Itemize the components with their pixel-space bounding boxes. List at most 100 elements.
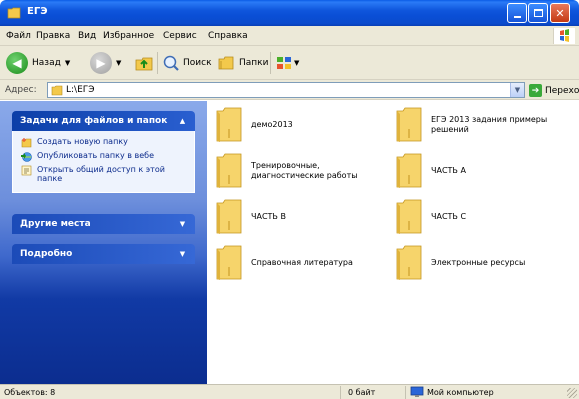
folder-name: Справочная литература: [251, 258, 353, 267]
search-icon: [163, 55, 179, 71]
menu-favorites[interactable]: Избранное: [103, 31, 154, 41]
maximize-icon: [533, 9, 543, 17]
menu-view[interactable]: Вид: [78, 31, 96, 41]
title-bar: ЕГЭ ✕: [0, 0, 579, 26]
folder-view: демо2013 ЕГЭ 2013 задания примеры решени…: [207, 101, 579, 384]
file-tasks-title: Задачи для файлов и папок: [20, 116, 168, 126]
folder-icon: [7, 7, 21, 19]
windows-flag-icon: [560, 29, 569, 42]
folder-icon: [216, 153, 242, 188]
folder-item[interactable]: ЧАСТЬ В: [213, 197, 391, 237]
new-folder-icon: [21, 138, 32, 148]
other-places-title: Другие места: [20, 219, 91, 229]
folder-item[interactable]: ЕГЭ 2013 задания примеры решений: [393, 105, 571, 145]
folder-name: Тренировочные, диагностические работы: [251, 161, 358, 180]
folder-name: демо2013: [251, 120, 293, 129]
close-icon: ✕: [555, 6, 565, 20]
forward-arrow-icon: ▶: [90, 52, 112, 74]
folder-item[interactable]: Электронные ресурсы: [393, 243, 571, 283]
menu-tools[interactable]: Сервис: [163, 31, 197, 41]
up-folder-icon: [135, 57, 153, 71]
folder-icon: [216, 245, 242, 280]
chevron-down-icon: ▼: [294, 59, 300, 67]
publish-web-icon: [21, 152, 32, 162]
folder-icon: [396, 153, 422, 188]
window-title: ЕГЭ: [27, 6, 48, 17]
folders-icon: [218, 56, 234, 70]
address-bar: Адрес: L:\ЕГЭ ▼ ➔ Переход: [0, 80, 579, 100]
minimize-icon: [513, 16, 521, 18]
back-arrow-icon: ◀: [6, 52, 28, 74]
folders-label: Папки: [239, 58, 269, 68]
menu-help[interactable]: Справка: [208, 31, 248, 41]
toolbar: ◀ Назад ▼ ▶ ▼ Поиск Папки ▼: [0, 46, 579, 80]
go-label: Переход: [545, 85, 579, 96]
folder-icon: [396, 107, 422, 142]
other-places-panel: Другие места ▼: [12, 214, 195, 234]
chevron-up-icon: ▲: [179, 116, 186, 125]
task-publish-web[interactable]: Опубликовать папку в вебе: [21, 151, 186, 162]
file-tasks-content: Создать новую папку Опубликовать папку в…: [12, 131, 195, 193]
status-separator: [340, 386, 341, 399]
close-button[interactable]: ✕: [550, 3, 570, 23]
folder-icon: [396, 245, 422, 280]
file-tasks-header[interactable]: Задачи для файлов и папок ▲: [12, 111, 195, 131]
chevron-down-icon: ▼: [514, 86, 521, 94]
folder-item[interactable]: ЧАСТЬ А: [393, 151, 571, 191]
folder-icon: [216, 107, 242, 142]
forward-button[interactable]: ▶ ▼: [90, 46, 121, 80]
folder-item[interactable]: демо2013: [213, 105, 391, 145]
back-label: Назад: [32, 58, 61, 68]
chevron-down-icon: ▼: [116, 59, 122, 67]
folder-icon: [396, 199, 422, 234]
back-button[interactable]: ◀ Назад ▼: [6, 46, 70, 80]
folder-name: ЧАСТЬ В: [251, 212, 286, 221]
task-pane: Задачи для файлов и папок ▲ Создать нову…: [0, 101, 207, 384]
maximize-button[interactable]: [528, 3, 548, 23]
address-dropdown-button[interactable]: ▼: [510, 83, 524, 97]
status-bar: Объектов: 8 0 байт Мой компьютер: [0, 384, 579, 399]
status-size: 0 байт: [348, 388, 376, 397]
views-button[interactable]: ▼: [275, 46, 299, 80]
address-input[interactable]: L:\ЕГЭ ▼: [47, 82, 525, 98]
details-title: Подробно: [20, 249, 73, 259]
status-separator: [405, 386, 406, 399]
task-new-folder-label: Создать новую папку: [37, 137, 128, 146]
minimize-button[interactable]: [507, 3, 527, 23]
folder-name: ЧАСТЬ С: [431, 212, 467, 221]
share-folder-icon: [21, 165, 32, 176]
search-button[interactable]: Поиск: [162, 46, 212, 80]
windows-logo: [553, 28, 575, 44]
toolbar-separator: [270, 52, 271, 74]
chevron-down-icon: ▼: [64, 59, 71, 67]
go-button[interactable]: ➔ Переход: [529, 84, 579, 97]
task-share-folder-label: Открыть общий доступ к этой папке: [37, 165, 165, 183]
up-folder-button[interactable]: [134, 46, 154, 80]
file-tasks-panel: Задачи для файлов и папок ▲ Создать нову…: [12, 111, 195, 193]
status-location: Мой компьютер: [427, 388, 494, 397]
folder-icon: [216, 199, 242, 234]
address-value: L:\ЕГЭ: [66, 85, 95, 95]
search-label: Поиск: [183, 58, 212, 68]
menu-file[interactable]: Файл: [6, 31, 31, 41]
task-publish-web-label: Опубликовать папку в вебе: [37, 151, 154, 160]
other-places-header[interactable]: Другие места ▼: [12, 214, 195, 234]
status-object-count: Объектов: 8: [4, 388, 56, 397]
task-new-folder[interactable]: Создать новую папку: [21, 137, 186, 148]
folder-item[interactable]: Тренировочные, диагностические работы: [213, 151, 391, 191]
folder-name: ЕГЭ 2013 задания примеры решений: [431, 115, 548, 134]
details-header[interactable]: Подробно ▼: [12, 244, 195, 264]
views-icon: [277, 57, 291, 69]
menu-bar: Файл Правка Вид Избранное Сервис Справка: [0, 26, 579, 46]
my-computer-icon: [410, 386, 424, 397]
task-share-folder[interactable]: Открыть общий доступ к этой папке: [21, 165, 186, 183]
resize-grip[interactable]: [567, 388, 577, 398]
folder-name: ЧАСТЬ А: [431, 166, 466, 175]
toolbar-separator: [157, 52, 158, 74]
menu-edit[interactable]: Правка: [36, 31, 70, 41]
folder-item[interactable]: Справочная литература: [213, 243, 391, 283]
details-panel: Подробно ▼: [12, 244, 195, 264]
folders-button[interactable]: Папки: [216, 46, 268, 80]
folder-item[interactable]: ЧАСТЬ С: [393, 197, 571, 237]
address-label: Адрес:: [5, 85, 37, 95]
